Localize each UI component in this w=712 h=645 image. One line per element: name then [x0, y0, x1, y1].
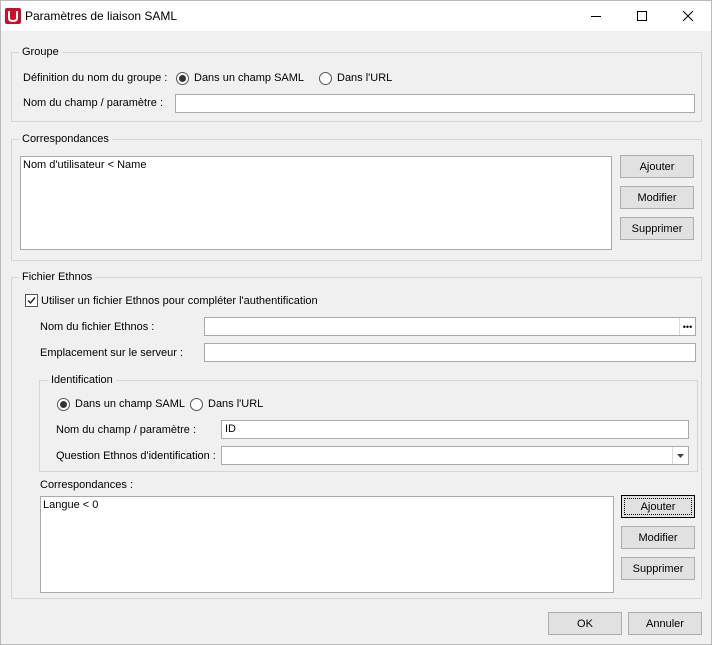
close-button[interactable] — [665, 1, 711, 31]
correspondances-group: Correspondances Nom d'utilisateur < Name… — [11, 133, 702, 261]
server-location-label: Emplacement sur le serveur : — [40, 347, 184, 359]
list-item[interactable]: Nom d'utilisateur < Name — [23, 159, 146, 171]
groupe-group: Groupe Définition du nom du groupe : Dan… — [11, 46, 702, 122]
ethnos-add-label: Ajouter — [640, 500, 676, 513]
saml-settings-dialog: Paramètres de liaison SAML Groupe Défini… — [0, 0, 712, 645]
groupe-field-input[interactable] — [175, 94, 695, 113]
chevron-down-icon — [677, 453, 684, 458]
edit-mapping-button[interactable]: Modifier — [620, 186, 694, 209]
ellipsis-icon: ••• — [682, 321, 693, 332]
server-location-input[interactable] — [204, 343, 696, 362]
ethnos-correspondances-list[interactable]: Langue < 0 — [40, 496, 614, 593]
window-title: Paramètres de liaison SAML — [25, 9, 178, 23]
groupe-radio-url[interactable] — [319, 72, 332, 85]
identification-radio-url-label[interactable]: Dans l'URL — [208, 398, 263, 410]
groupe-radio-saml-label[interactable]: Dans un champ SAML — [194, 72, 304, 84]
ethnos-add-mapping-button[interactable]: Ajouter — [621, 495, 695, 518]
add-mapping-button[interactable]: Ajouter — [620, 155, 694, 178]
identification-question-label: Question Ethnos d'identification : — [56, 450, 216, 462]
groupe-title: Groupe — [19, 46, 62, 58]
minimize-button[interactable] — [573, 1, 619, 31]
fichier-ethnos-title: Fichier Ethnos — [19, 271, 96, 283]
use-ethnos-label[interactable]: Utiliser un fichier Ethnos pour compléte… — [41, 295, 318, 307]
ethnos-file-label: Nom du fichier Ethnos : — [40, 321, 155, 333]
app-logo-icon — [5, 8, 21, 24]
identification-radio-url[interactable] — [190, 398, 203, 411]
identification-radio-saml-label[interactable]: Dans un champ SAML — [75, 398, 185, 410]
use-ethnos-checkbox[interactable] — [25, 294, 38, 307]
correspondances-list[interactable]: Nom d'utilisateur < Name — [20, 156, 612, 250]
fichier-ethnos-group: Fichier Ethnos Utiliser un fichier Ethno… — [11, 271, 702, 599]
identification-field-input[interactable]: ID — [221, 420, 689, 439]
question-dropdown-button[interactable] — [672, 447, 688, 464]
delete-mapping-button[interactable]: Supprimer — [620, 217, 694, 240]
ethnos-delete-mapping-button[interactable]: Supprimer — [621, 557, 695, 580]
identification-question-select[interactable] — [221, 446, 689, 465]
groupe-radio-saml[interactable] — [176, 72, 189, 85]
close-icon — [683, 11, 693, 21]
maximize-button[interactable] — [619, 1, 665, 31]
identification-field-label: Nom du champ / paramètre : — [56, 424, 197, 436]
title-bar[interactable]: Paramètres de liaison SAML — [1, 1, 711, 31]
ok-button[interactable]: OK — [548, 612, 622, 635]
identification-group: Identification Dans un champ SAML Dans l… — [39, 374, 698, 472]
groupe-radio-url-label[interactable]: Dans l'URL — [337, 72, 392, 84]
correspondances-title: Correspondances — [19, 133, 112, 145]
identification-radio-saml[interactable] — [57, 398, 70, 411]
list-item[interactable]: Langue < 0 — [43, 499, 98, 511]
group-name-definition-label: Définition du nom du groupe : — [23, 72, 168, 84]
ethnos-correspondances-label: Correspondances : — [40, 479, 133, 491]
checkmark-icon — [27, 297, 36, 305]
identification-title: Identification — [48, 374, 116, 386]
groupe-field-label: Nom du champ / paramètre : — [23, 97, 164, 109]
ethnos-file-input[interactable] — [204, 317, 696, 336]
browse-file-button[interactable]: ••• — [679, 318, 695, 335]
ethnos-edit-mapping-button[interactable]: Modifier — [621, 526, 695, 549]
cancel-button[interactable]: Annuler — [628, 612, 702, 635]
